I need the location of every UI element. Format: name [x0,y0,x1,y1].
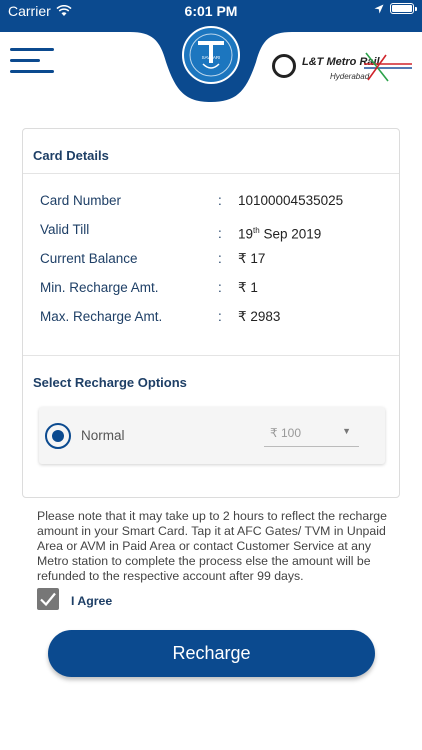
checkmark-icon [40,592,56,607]
min-recharge-value: ₹ 1 [238,280,258,295]
app-logo: SAVAARI [182,26,240,84]
metro-lines-icon [364,52,412,82]
menu-line [10,59,40,62]
radio-selected-dot [52,430,64,442]
logo-text: SAVAARI [202,55,221,60]
card-number-value: 10100004535025 [238,193,344,208]
partner-logo: L&T Metro Rail Hyderabad [270,50,415,86]
valid-till-value: 19th Sep 2019 [238,226,321,242]
chevron-down-icon: ▼ [342,426,351,436]
valid-month-year: Sep 2019 [259,226,322,242]
status-bar: Carrier 6:01 PM [0,0,422,22]
row-label: Max. Recharge Amt. [40,309,163,324]
recharge-options-title: Select Recharge Options [33,375,187,390]
normal-radio-button[interactable] [45,423,71,449]
app-header: Carrier 6:01 PM SAVAARI L&T Metro Rail H… [0,0,422,122]
lt-logo-icon [272,54,296,78]
recharge-note: Please note that it may take up to 2 hou… [37,509,387,583]
row-label: Min. Recharge Amt. [40,280,159,295]
menu-line [10,48,54,51]
row-label: Current Balance [40,251,138,266]
valid-day: 19 [238,226,254,242]
agree-label: I Agree [71,594,113,608]
recharge-button[interactable]: Recharge [48,630,375,677]
normal-option-label: Normal [81,428,125,443]
valid-day-suffix: th [253,226,260,235]
status-time: 6:01 PM [184,3,238,19]
metro-logo-icon: SAVAARI [189,33,233,77]
row-separator: : [218,226,222,241]
row-separator: : [218,309,222,324]
max-recharge-value: ₹ 2983 [238,309,281,324]
row-separator: : [218,193,222,208]
battery-icon [390,3,417,14]
divider [23,355,399,356]
divider [23,173,399,174]
current-balance-value: ₹ 17 [238,251,266,266]
row-label: Valid Till [40,222,90,237]
location-icon [374,4,384,13]
card-details-title: Card Details [33,148,109,163]
row-separator: : [218,280,222,295]
menu-button[interactable] [10,48,56,76]
agree-checkbox[interactable] [37,588,59,610]
menu-line [10,70,54,73]
amount-dropdown[interactable]: ₹ 100 ▼ [264,421,359,447]
row-separator: : [218,251,222,266]
row-label: Card Number [40,193,122,208]
recharge-option-row: Normal ₹ 100 ▼ [39,407,385,464]
amount-dropdown-value: ₹ 100 [270,426,301,440]
card-details-panel: Card Details Card Number : 1010000453502… [22,128,400,498]
